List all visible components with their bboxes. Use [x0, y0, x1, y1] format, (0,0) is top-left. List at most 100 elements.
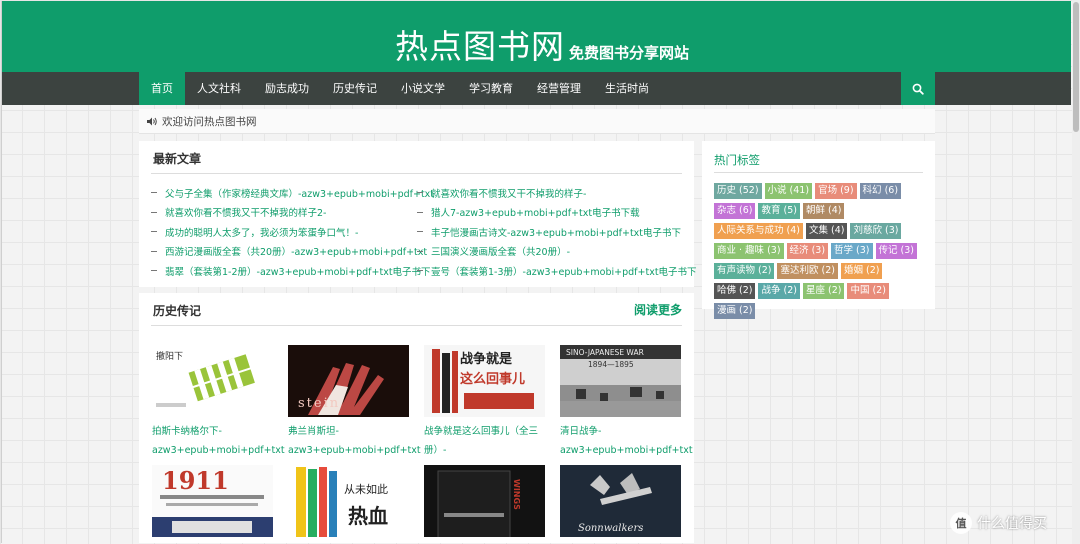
cover-subtitle: 这么回事儿 — [460, 371, 525, 387]
scrollbar-thumb[interactable] — [1073, 2, 1079, 132]
read-more-link[interactable]: 阅读更多 — [634, 301, 682, 318]
search-icon — [912, 83, 924, 95]
nav-item-lifestyle[interactable]: 生活时尚 — [593, 72, 661, 105]
site-header: 热点图书网 免费图书分享网站 — [2, 1, 1071, 72]
nav-item-humanities[interactable]: 人文社科 — [185, 72, 253, 105]
book-card[interactable]: WINGS — [424, 465, 548, 537]
book-format[interactable]: 册）- — [424, 441, 548, 460]
hot-tags-title: 热门标签 — [714, 153, 760, 167]
cover-title: SINO-JAPANESE WAR — [566, 348, 644, 357]
list-item[interactable]: 翡翠（套装第1-2册）-azw3+epub+mobi+pdf+txt电子书下 — [151, 261, 434, 281]
book-cover[interactable]: 1911 — [152, 465, 273, 537]
divider — [151, 173, 682, 174]
latest-right-list: 就喜欢你看不惯我又干不掉我的样子- 猎人7-azw3+epub+mobi+pdf… — [417, 183, 697, 281]
book-title[interactable]: 战争就是这么回事儿（全三 — [424, 422, 548, 441]
list-item[interactable]: 壹号（套装第1-3册）-azw3+epub+mobi+pdf+txt电子书下 — [417, 261, 697, 281]
tag-item[interactable]: 塞达利欧 (2) — [777, 263, 838, 279]
tag-item[interactable]: 哈佛 (2) — [714, 283, 756, 299]
nav-item-education[interactable]: 学习教育 — [457, 72, 525, 105]
tag-item[interactable]: 传记 (3) — [875, 243, 917, 259]
site-title[interactable]: 热点图书网 免费图书分享网站 — [395, 20, 689, 68]
list-item[interactable]: 三国演义漫画版全套（共20册）- — [417, 242, 697, 262]
nav-item-success[interactable]: 励志成功 — [253, 72, 321, 105]
tag-item[interactable]: 文集 (4) — [805, 223, 848, 239]
search-button[interactable] — [901, 72, 935, 105]
list-item[interactable]: 成功的聪明人太多了，我必须为笨蛋争口气！- — [151, 222, 434, 242]
tag-item[interactable]: 星座 (2) — [802, 283, 845, 299]
book-card[interactable]: 战争就是 这么回事儿 战争就是这么回事儿（全三 册）- — [424, 345, 548, 460]
list-item[interactable]: 父与子全集（作家榜经典文库）-azw3+epub+mobi+pdf+txt — [151, 183, 434, 203]
book-card[interactable]: 从未如此 热血 — [288, 465, 412, 537]
tag-cloud: 历史 (52) 小说 (41) 官场 (9) 科幻 (6) 杂志 (6) 教育 (5) 朝鲜… — [714, 183, 928, 323]
book-cover[interactable]: Sonnwalkers — [560, 465, 681, 537]
book-card[interactable]: 撤阳下 拍斯卡纳格尔下-azw3+epub+mobi+pdf+txt — [152, 345, 285, 460]
tag-item[interactable]: 朝鲜 (4) — [802, 203, 845, 219]
book-format[interactable]: azw3+epub+mobi+pdf+txt — [560, 441, 693, 460]
cover-title: Sonnwalkers — [578, 523, 643, 534]
latest-left-list: 父与子全集（作家榜经典文库）-azw3+epub+mobi+pdf+txt 就喜… — [151, 183, 434, 281]
book-title[interactable]: 清日战争- — [560, 422, 684, 441]
cover-title: WINGS — [512, 479, 521, 510]
book-cover[interactable]: 从未如此 热血 — [288, 465, 409, 537]
tag-item[interactable]: 杂志 (6) — [714, 203, 756, 219]
speaker-icon — [147, 117, 158, 126]
history-panel: 历史传记 阅读更多 撤阳下 拍斯卡纳格尔下- azw3+epub+mobi+pd… — [139, 293, 694, 543]
nav-item-history[interactable]: 历史传记 — [321, 72, 389, 105]
list-item[interactable]: 丰子恺漫画古诗文-azw3+epub+mobi+pdf+txt电子书下 — [417, 222, 697, 242]
latest-title: 最新文章 — [153, 152, 202, 166]
cover-subtitle: 热血 — [348, 504, 388, 528]
tag-item[interactable]: 官场 (9) — [815, 183, 857, 199]
book-cover[interactable]: SINO-JAPANESE WAR 1894—1895 — [560, 345, 681, 417]
tag-item[interactable]: 商业 · 趣味 (3) — [714, 243, 784, 259]
vertical-scrollbar[interactable] — [1072, 0, 1080, 544]
tag-item[interactable]: 人际关系与成功 (4) — [714, 223, 803, 239]
book-cover[interactable]: WINGS — [424, 465, 545, 537]
book-format[interactable]: azw3+epub+mobi+pdf+txt — [288, 441, 421, 460]
tag-item[interactable]: 婚姻 (2) — [840, 263, 883, 279]
tag-item[interactable]: 历史 (52) — [714, 183, 762, 199]
divider — [714, 172, 923, 173]
divider — [151, 325, 682, 326]
tag-item[interactable]: 哲学 (3) — [831, 243, 873, 259]
nav-item-fiction[interactable]: 小说文学 — [389, 72, 457, 105]
watermark-text: 什么值得买 — [977, 516, 1047, 532]
cover-title: 从未如此 — [344, 482, 388, 496]
site-name[interactable]: 热点图书网 — [395, 20, 565, 68]
cover-title: 撤阳下 — [156, 350, 183, 362]
book-title[interactable]: 弗兰肖斯坦- — [288, 422, 412, 441]
tag-item[interactable]: 经济 (3) — [786, 243, 829, 259]
site-subtitle: 免费图书分享网站 — [569, 44, 690, 62]
tag-item[interactable]: 教育 (5) — [758, 203, 800, 219]
tag-item[interactable]: 漫画 (2) — [714, 303, 756, 319]
hot-tags-panel: 热门标签 历史 (52) 小说 (41) 官场 (9) 科幻 (6) 杂志 (6) 教育 … — [702, 141, 935, 319]
tag-item[interactable]: 战争 (2) — [758, 283, 800, 299]
book-cover[interactable]: 战争就是 这么回事儿 — [424, 345, 545, 417]
book-card[interactable]: 1911 — [152, 465, 276, 537]
book-card[interactable]: SINO-JAPANESE WAR 1894—1895 清日战争-azw3+ep… — [560, 345, 693, 460]
book-card[interactable]: Sonnwalkers — [560, 465, 684, 537]
notice-text: 欢迎访问热点图书网 — [162, 115, 257, 128]
tag-item[interactable]: 有声读物 (2) — [714, 263, 775, 279]
list-item[interactable]: 就喜欢你看不惯我又干不掉我的样子- — [417, 183, 697, 203]
browser-page: 热点图书网 免费图书分享网站 首页 人文社科 励志成功 历史传记 小说文学 学习… — [1, 1, 1071, 543]
latest-articles-panel: 最新文章 父与子全集（作家榜经典文库）-azw3+epub+mobi+pdf+t… — [139, 141, 697, 287]
list-item[interactable]: 就喜欢你看不惯我又干不掉我的样子2- — [151, 203, 434, 223]
watermark-badge: 值 — [950, 512, 972, 534]
cover-subtitle: 1894—1895 — [588, 360, 634, 369]
nav-item-management[interactable]: 经营管理 — [525, 72, 593, 105]
tag-item[interactable]: 中国 (2) — [847, 283, 889, 299]
main-nav: 首页 人文社科 励志成功 历史传记 小说文学 学习教育 经营管理 生活时尚 — [2, 72, 1071, 105]
tag-item[interactable]: 刘慈欣 (3) — [850, 223, 902, 239]
nav-item-home[interactable]: 首页 — [139, 72, 185, 105]
book-card[interactable]: stein 弗兰肖斯坦-azw3+epub+mobi+pdf+txt — [288, 345, 421, 460]
book-cover[interactable]: stein — [288, 345, 409, 417]
list-item[interactable]: 猎人7-azw3+epub+mobi+pdf+txt电子书下载 — [417, 203, 697, 223]
list-item[interactable]: 西游记漫画版全套（共20册）-azw3+epub+mobi+pdf+txt — [151, 242, 434, 262]
tag-item[interactable]: 科幻 (6) — [859, 183, 902, 199]
cover-title: 1911 — [162, 466, 229, 495]
watermark: 值 什么值得买 — [950, 512, 1047, 534]
book-format[interactable]: azw3+epub+mobi+pdf+txt — [152, 441, 285, 460]
book-cover[interactable]: 撤阳下 — [152, 345, 273, 417]
tag-item[interactable]: 小说 (41) — [764, 183, 813, 199]
book-title[interactable]: 拍斯卡纳格尔下- — [152, 422, 276, 441]
